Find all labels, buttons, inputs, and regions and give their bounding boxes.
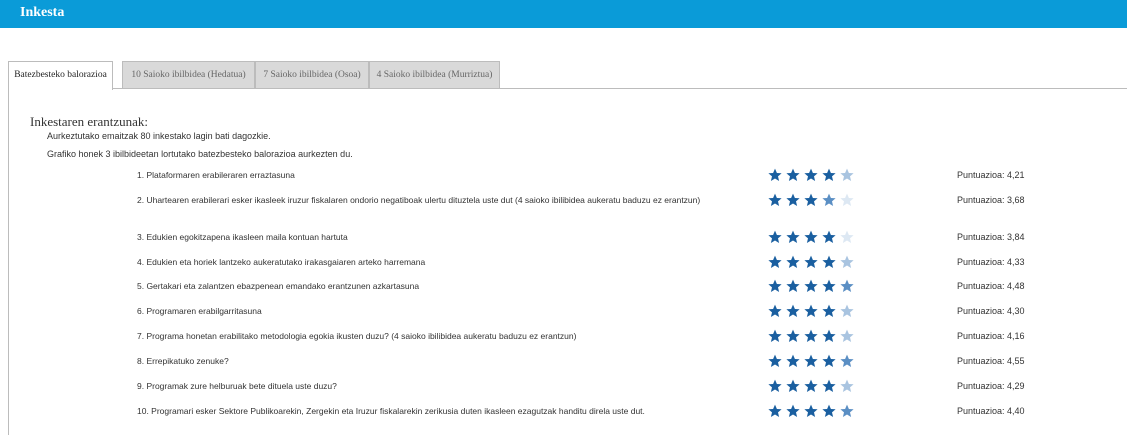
star-icon — [768, 193, 782, 206]
star-icon — [822, 279, 836, 292]
star-rating — [768, 304, 860, 318]
window-title-bar: Inkesta — [0, 0, 1127, 28]
tab-average-rating[interactable]: Batezbesteko balorazioa — [8, 61, 113, 90]
star-icon — [804, 230, 818, 243]
tab-7-session-route[interactable]: 7 Saioko ibilbidea (Osoa) — [255, 61, 369, 89]
tab-10-session-route[interactable]: 10 Saioko ibilbidea (Hedatua) — [122, 61, 255, 89]
star-icon — [786, 255, 800, 268]
star-icon — [804, 404, 818, 417]
question-text: 10. Programari esker Sektore Publikoarek… — [137, 406, 645, 416]
star-icon — [786, 379, 800, 392]
star-icon — [786, 329, 800, 342]
score-label: Puntuazioa: 4,30 — [957, 306, 1025, 316]
score-label: Puntuazioa: 4,55 — [957, 356, 1025, 366]
score-label: Puntuazioa: 4,48 — [957, 281, 1025, 291]
star-icon — [768, 354, 782, 367]
star-icon — [822, 168, 836, 181]
question-text: 1. Plataformaren erabileraren erraztasun… — [137, 170, 295, 180]
star-icon — [840, 329, 854, 342]
star-icon — [804, 379, 818, 392]
star-icon — [840, 230, 854, 243]
star-icon — [840, 255, 854, 268]
star-icon — [786, 230, 800, 243]
score-label: Puntuazioa: 4,40 — [957, 406, 1025, 416]
score-label: Puntuazioa: 4,16 — [957, 331, 1025, 341]
star-icon — [768, 304, 782, 317]
question-text: 4. Edukien eta horiek lantzeko aukeratut… — [137, 257, 426, 267]
star-icon — [822, 379, 836, 392]
section-heading: Inkestaren erantzunak: — [30, 114, 149, 129]
star-icon — [840, 379, 854, 392]
star-icon — [786, 168, 800, 181]
star-rating — [768, 255, 860, 269]
star-icon — [804, 279, 818, 292]
star-icon — [840, 279, 854, 292]
star-icon — [840, 168, 854, 181]
star-icon — [822, 304, 836, 317]
star-icon — [786, 404, 800, 417]
star-icon — [768, 255, 782, 268]
star-icon — [804, 255, 818, 268]
star-icon — [768, 329, 782, 342]
star-icon — [768, 168, 782, 181]
star-icon — [840, 193, 854, 206]
window-title: Inkesta — [20, 5, 65, 20]
star-icon — [768, 379, 782, 392]
star-icon — [840, 354, 854, 367]
star-icon — [804, 329, 818, 342]
star-rating — [768, 329, 860, 343]
chart-description: Grafiko honek 3 ibilbideetan lortutako b… — [47, 149, 353, 159]
question-text: 7. Programa honetan erabilitako metodolo… — [137, 331, 577, 341]
sample-description: Aurkeztutako emaitzak 80 inkestako lagin… — [47, 131, 271, 141]
star-icon — [804, 354, 818, 367]
star-icon — [786, 279, 800, 292]
score-label: Puntuazioa: 4,29 — [957, 381, 1025, 391]
star-icon — [768, 279, 782, 292]
star-rating — [768, 168, 860, 182]
question-text: 2. Uhartearen erabilerari esker ikasleek… — [137, 195, 701, 205]
star-icon — [786, 354, 800, 367]
star-icon — [840, 304, 854, 317]
star-icon — [804, 168, 818, 181]
question-text: 5. Gertakari eta zalantzen ebazpenean em… — [137, 281, 420, 291]
star-icon — [804, 193, 818, 206]
tab-4-session-route[interactable]: 4 Saioko ibilbidea (Murriztua) — [369, 61, 500, 89]
score-label: Puntuazioa: 3,68 — [957, 195, 1025, 205]
score-label: Puntuazioa: 4,33 — [957, 257, 1025, 267]
header-band — [0, 28, 1127, 60]
star-icon — [822, 404, 836, 417]
star-icon — [822, 329, 836, 342]
star-icon — [822, 354, 836, 367]
star-icon — [822, 255, 836, 268]
star-icon — [768, 404, 782, 417]
star-icon — [786, 193, 800, 206]
score-label: Puntuazioa: 3,84 — [957, 232, 1025, 242]
star-icon — [804, 304, 818, 317]
score-label: Puntuazioa: 4,21 — [957, 170, 1025, 180]
star-rating — [768, 279, 860, 293]
question-text: 6. Programaren erabilgarritasuna — [137, 306, 262, 316]
star-rating — [768, 404, 860, 418]
star-rating — [768, 379, 860, 393]
question-text: 9. Programak zure helburuak bete dituela… — [137, 381, 337, 391]
star-rating — [768, 193, 860, 207]
star-rating — [768, 354, 860, 368]
star-icon — [786, 304, 800, 317]
question-text: 8. Errepikatuko zenuke? — [137, 356, 229, 366]
star-icon — [822, 193, 836, 206]
star-icon — [768, 230, 782, 243]
star-rating — [768, 230, 860, 244]
star-icon — [840, 404, 854, 417]
star-icon — [822, 230, 836, 243]
question-text: 3. Edukien egokitzapena ikasleen maila k… — [137, 232, 348, 242]
